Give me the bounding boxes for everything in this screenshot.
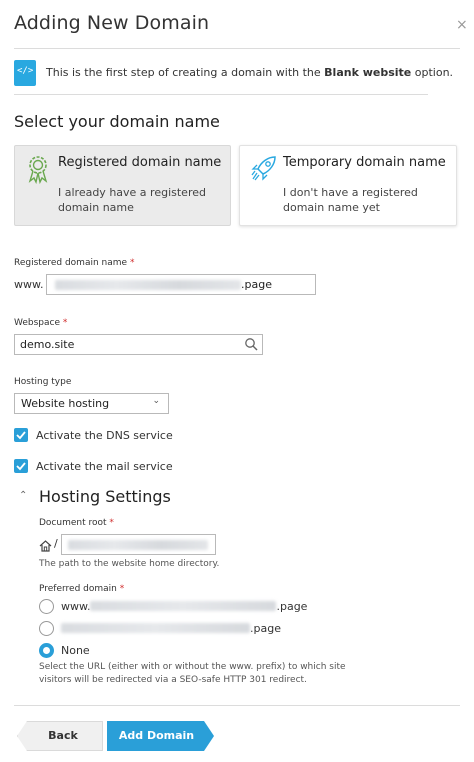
preferred-domain-bare-label: .page <box>61 622 281 635</box>
search-icon[interactable] <box>244 337 258 354</box>
hosting-settings-title[interactable]: Hosting Settings <box>39 487 171 506</box>
collapse-chevron-icon[interactable]: ⌃ <box>19 490 27 501</box>
card-description: I don't have a registered domain name ye… <box>283 186 418 214</box>
registered-domain-label: Registered domain name * <box>14 258 135 268</box>
footer-divider <box>14 705 460 706</box>
www-prefix: www. <box>14 278 44 291</box>
info-divider <box>14 94 428 95</box>
webspace-input[interactable]: demo.site <box>14 334 263 355</box>
preferred-domain-label: Preferred domain * <box>39 584 125 594</box>
add-domain-button[interactable]: Add Domain <box>107 721 214 751</box>
badge-icon <box>25 154 51 188</box>
dns-checkbox-label: Activate the DNS service <box>36 429 173 442</box>
code-icon: </> <box>14 60 36 86</box>
preferred-domain-none-label: None <box>61 644 90 657</box>
preferred-domain-bare-radio[interactable] <box>39 621 54 636</box>
document-root-hint: The path to the website home directory. <box>39 559 220 569</box>
document-root-prefix: / <box>54 537 58 550</box>
preferred-domain-www-label: www. .page <box>61 600 308 613</box>
hosting-type-label: Hosting type <box>14 377 72 387</box>
mail-checkbox-label: Activate the mail service <box>36 460 173 473</box>
header-divider <box>14 48 460 49</box>
domain-name-input[interactable]: .page <box>46 274 316 295</box>
card-title: Temporary domain name <box>283 155 446 170</box>
card-description: I already have a registered domain name <box>58 186 206 214</box>
chevron-down-icon: ⌄ <box>152 396 160 406</box>
card-registered-domain[interactable]: Registered domain name I already have a … <box>14 145 231 226</box>
preferred-domain-hint-line1: Select the URL (either with or without t… <box>39 662 346 672</box>
section-title: Select your domain name <box>14 112 220 131</box>
info-message: This is the first step of creating a dom… <box>46 66 454 79</box>
close-icon[interactable]: × <box>456 17 468 33</box>
back-button[interactable]: Back <box>17 721 103 751</box>
document-root-input[interactable] <box>61 534 216 555</box>
dialog-title: Adding New Domain <box>14 12 210 34</box>
webspace-label: Webspace * <box>14 318 68 328</box>
rocket-icon <box>250 154 278 186</box>
preferred-domain-www-radio[interactable] <box>39 599 54 614</box>
dns-checkbox[interactable] <box>14 428 28 442</box>
hosting-type-select[interactable]: Website hosting ⌄ <box>14 393 169 414</box>
preferred-domain-hint-line2: visitors will be redirected via a SEO-sa… <box>39 675 307 685</box>
document-root-label: Document root * <box>39 518 114 528</box>
card-temporary-domain[interactable]: Temporary domain name I don't have a reg… <box>239 145 457 226</box>
home-icon <box>39 537 52 556</box>
mail-checkbox[interactable] <box>14 459 28 473</box>
card-title: Registered domain name <box>58 155 222 170</box>
preferred-domain-none-radio[interactable] <box>39 643 54 658</box>
